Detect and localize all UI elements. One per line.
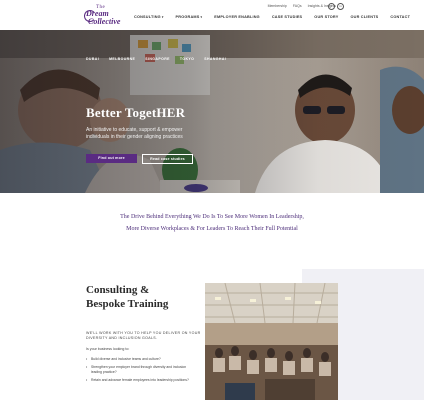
nav-item-our-story[interactable]: OUR STORY	[308, 15, 344, 19]
list-item: Build diverse and inclusive teams and cu…	[86, 357, 196, 362]
utility-nav: Membership FAQs Insights & Insights	[268, 4, 336, 8]
consulting-title: Consulting & Bespoke Training	[86, 284, 169, 310]
tagline-line-2: More Diverse Workplaces & For Leaders To…	[126, 226, 298, 232]
city-links: DUBAI MELBOURNE SINGAPORE TOKYO SHANGHAI	[86, 57, 226, 61]
header: The Dream Collective Membership FAQs Ins…	[0, 0, 424, 30]
hero-title: Better TogetHER	[86, 105, 186, 120]
hero-banner: DUBAI MELBOURNE SINGAPORE TOKYO SHANGHAI…	[0, 30, 424, 193]
list-item: Strengthen your employer brand through d…	[86, 365, 196, 375]
nav-item-case-studies[interactable]: CASE STUDIES	[266, 15, 308, 19]
mission-tagline: The Drive Behind Everything We Do Is To …	[0, 211, 424, 235]
office-training-photo	[205, 283, 338, 400]
social-links: f in	[328, 3, 344, 10]
nav-item-programs[interactable]: PROGRAMS▾	[170, 15, 209, 19]
read-case-studies-button[interactable]: Read case studies	[142, 154, 193, 164]
utility-link-membership[interactable]: Membership	[268, 4, 287, 8]
hero-subtitle: An initiative to educate, support & empo…	[86, 127, 183, 140]
tagline-line-1: The Drive Behind Everything We Do Is To …	[120, 214, 304, 220]
city-link-dubai[interactable]: DUBAI	[86, 57, 99, 61]
find-out-more-button[interactable]: Find out more	[86, 154, 137, 163]
nav-item-contact[interactable]: CONTACT	[384, 15, 416, 19]
logo-collective: Collective	[88, 17, 121, 26]
list-item: Retain and advance female employees into…	[86, 378, 196, 383]
consulting-intro: WE'LL WORK WITH YOU TO HELP YOU DELIVER …	[86, 331, 201, 340]
chevron-down-icon: ▾	[200, 15, 203, 19]
nav-item-consulting[interactable]: CONSULTING▾	[128, 15, 170, 19]
linkedin-icon[interactable]: in	[337, 3, 344, 10]
logo[interactable]: The Dream Collective	[84, 5, 126, 27]
hero-overlay	[0, 30, 424, 193]
utility-link-faqs[interactable]: FAQs	[293, 4, 302, 8]
main-nav: CONSULTING▾ PROGRAMS▾ EMPLOYER ENABLING …	[128, 15, 416, 19]
city-link-shanghai[interactable]: SHANGHAI	[204, 57, 226, 61]
city-link-tokyo[interactable]: TOKYO	[180, 57, 194, 61]
nav-item-employer-enabling[interactable]: EMPLOYER ENABLING	[208, 15, 266, 19]
facebook-icon[interactable]: f	[328, 3, 335, 10]
consulting-list: Build diverse and inclusive teams and cu…	[86, 357, 196, 386]
city-link-singapore[interactable]: SINGAPORE	[145, 57, 170, 61]
city-link-melbourne[interactable]: MELBOURNE	[109, 57, 135, 61]
nav-item-our-clients[interactable]: OUR CLIENTS	[344, 15, 384, 19]
chevron-down-icon: ▾	[161, 15, 164, 19]
consulting-question: Is your business looking to:	[86, 347, 130, 351]
